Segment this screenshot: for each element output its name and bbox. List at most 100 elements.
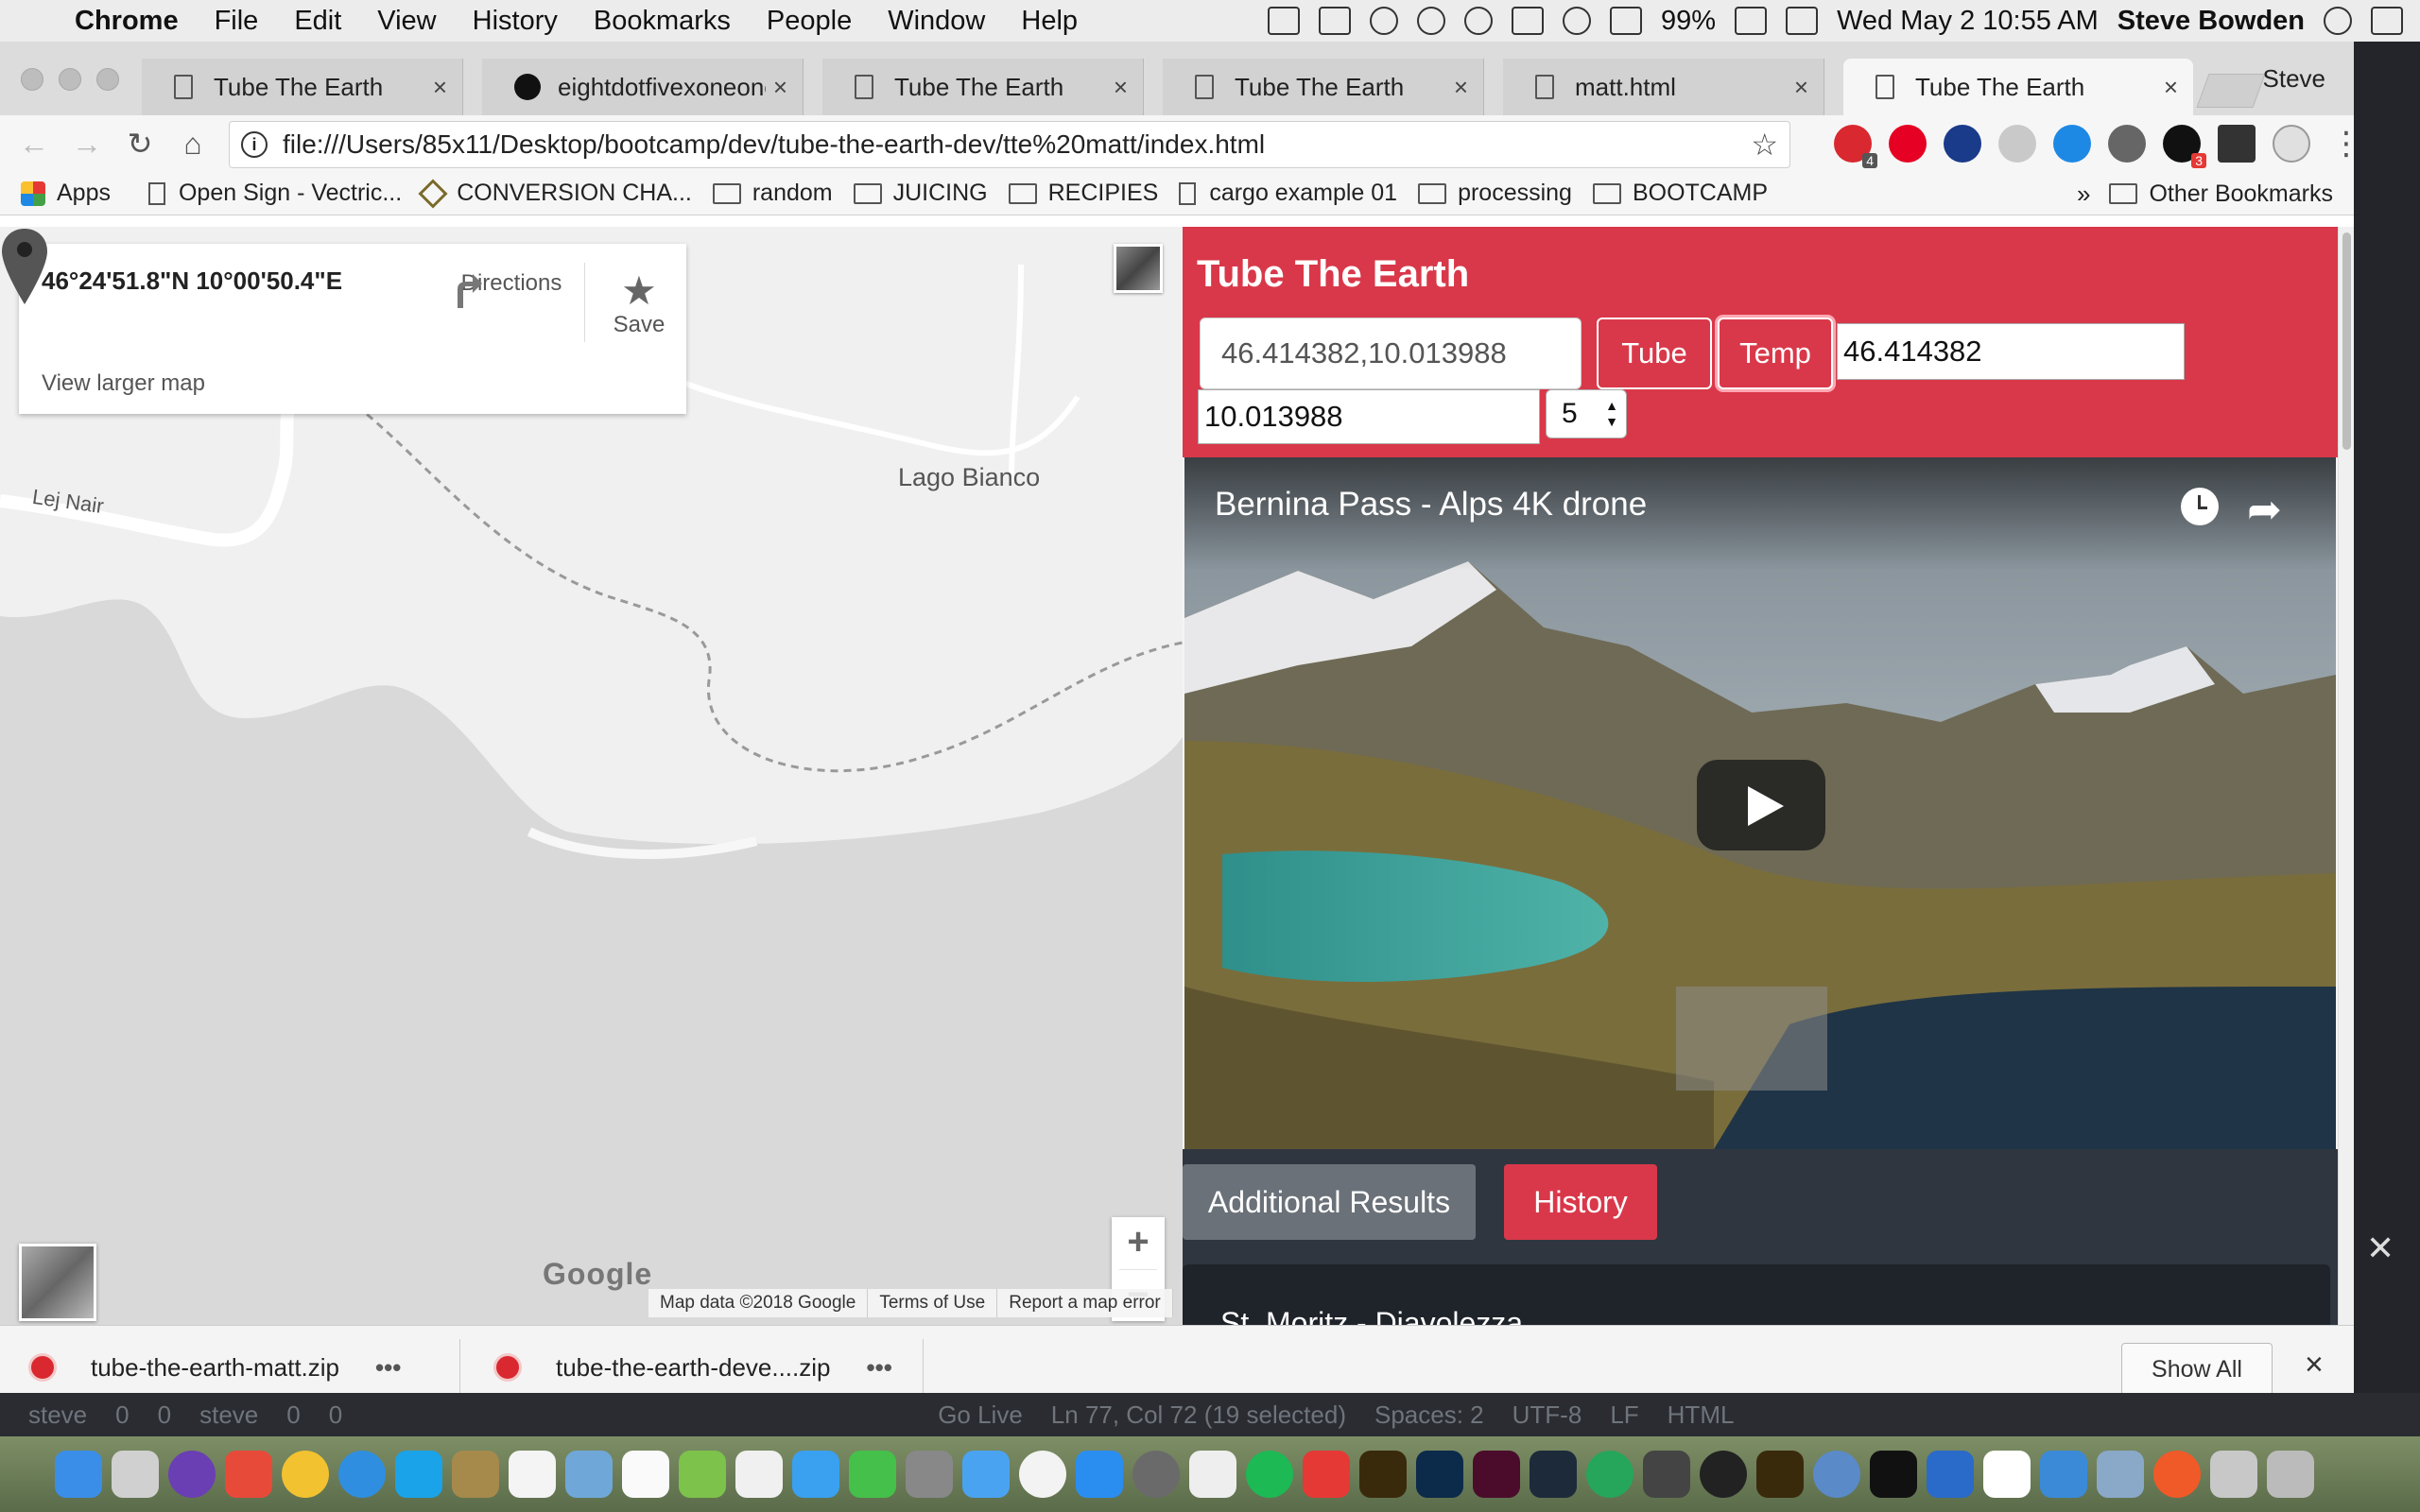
menu-view[interactable]: View: [359, 6, 454, 37]
safari-icon[interactable]: [338, 1451, 386, 1498]
tab-tube-the-earth-2[interactable]: Tube The Earth ×: [822, 59, 1144, 115]
keynote-icon[interactable]: [962, 1451, 1010, 1498]
show-all-downloads-button[interactable]: Show All: [2121, 1343, 2273, 1396]
app-icon[interactable]: [2097, 1451, 2144, 1498]
display-icon[interactable]: [1268, 7, 1301, 35]
status-eol[interactable]: LF: [1610, 1400, 1638, 1430]
download-options-icon[interactable]: •••: [375, 1353, 401, 1383]
terms-of-use-link[interactable]: Terms of Use: [868, 1289, 998, 1317]
photo-booth-icon[interactable]: [906, 1451, 953, 1498]
temp-button[interactable]: Temp: [1718, 318, 1833, 389]
bookmarks-overflow-chevron[interactable]: »: [2077, 180, 2090, 209]
lightroom-icon[interactable]: [1530, 1451, 1577, 1498]
volume-icon[interactable]: [1610, 7, 1643, 35]
extension-pinterest-icon[interactable]: [1889, 125, 1927, 163]
siri-dock-icon[interactable]: [168, 1451, 216, 1498]
tab-tube-the-earth-3[interactable]: Tube The Earth ×: [1163, 59, 1484, 115]
screen-sharing-icon[interactable]: [2040, 1451, 2087, 1498]
illustrator-icon[interactable]: [1359, 1451, 1407, 1498]
menu-help[interactable]: Help: [1003, 6, 1096, 37]
satellite-thumbnail[interactable]: [1114, 244, 1163, 293]
additional-results-button[interactable]: Additional Results: [1183, 1164, 1476, 1240]
status-branch-2[interactable]: steve: [199, 1400, 258, 1430]
extension-film-icon[interactable]: [2218, 125, 2256, 163]
status-branch[interactable]: steve: [28, 1400, 87, 1430]
bookmark-processing[interactable]: processing: [1418, 180, 1572, 207]
youtube-video-player[interactable]: Bernina Pass - Alps 4K drone ➦: [1184, 457, 2336, 1149]
download-filename[interactable]: tube-the-earth-deve....zip: [556, 1353, 831, 1383]
system-preferences-icon[interactable]: [1132, 1451, 1180, 1498]
address-url[interactable]: file:///Users/85x11/Desktop/bootcamp/dev…: [283, 129, 1751, 160]
app-icon[interactable]: [2153, 1451, 2201, 1498]
forward-arrow-icon[interactable]: →: [60, 127, 113, 162]
download-options-icon[interactable]: •••: [867, 1353, 892, 1383]
status-errors-2[interactable]: 0: [286, 1400, 300, 1430]
tab-close-icon[interactable]: ×: [1794, 73, 1808, 102]
extension-flag-icon[interactable]: [1944, 125, 1981, 163]
spotify-icon[interactable]: [1246, 1451, 1293, 1498]
menu-window[interactable]: Window: [870, 6, 1003, 37]
menu-edit[interactable]: Edit: [276, 6, 359, 37]
menu-file[interactable]: File: [197, 6, 277, 37]
preview-icon[interactable]: [565, 1451, 613, 1498]
google-map[interactable]: Lago Bianco Lej Nair 46°24'51.8"N 10°00'…: [0, 227, 1183, 1325]
latitude-input[interactable]: 46.414382: [1837, 323, 2185, 380]
directions-button[interactable]: Directions: [450, 270, 573, 308]
menu-history[interactable]: History: [455, 6, 576, 37]
spotlight-search-icon[interactable]: [2324, 7, 2352, 35]
bookmark-apps[interactable]: Apps: [21, 180, 111, 207]
lastpass-dock-icon[interactable]: [2210, 1451, 2257, 1498]
printer-icon[interactable]: [112, 1451, 159, 1498]
scrollbar-thumb[interactable]: [2342, 232, 2351, 450]
tab-tube-the-earth-1[interactable]: Tube The Earth ×: [142, 59, 463, 115]
app-icon[interactable]: [225, 1451, 272, 1498]
keyboard-icon[interactable]: [1786, 7, 1819, 35]
status-language[interactable]: HTML: [1668, 1400, 1735, 1430]
tab-close-icon[interactable]: ×: [433, 73, 447, 102]
extension-bank-icon[interactable]: [2053, 125, 2091, 163]
bookmark-random[interactable]: random: [712, 180, 833, 207]
skype-icon[interactable]: [395, 1451, 442, 1498]
page-scrollbar[interactable]: [2338, 227, 2354, 1325]
download-filename[interactable]: tube-the-earth-matt.zip: [91, 1353, 339, 1383]
report-map-error-link[interactable]: Report a map error: [997, 1289, 1173, 1317]
siri-icon[interactable]: [1370, 7, 1399, 35]
menubar-user[interactable]: Steve Bowden: [2118, 6, 2305, 37]
tab-matt-html[interactable]: matt.html ×: [1503, 59, 1824, 115]
itunes-icon[interactable]: [1019, 1451, 1066, 1498]
tab-close-icon[interactable]: ×: [1454, 73, 1468, 102]
history-button[interactable]: History: [1504, 1164, 1657, 1240]
extension-bulb-icon[interactable]: [2108, 125, 2146, 163]
acrobat-icon[interactable]: [1303, 1451, 1350, 1498]
info-icon[interactable]: i: [241, 131, 268, 158]
bookmark-open-sign[interactable]: Open Sign - Vectric...: [147, 180, 402, 207]
window-minimize-button[interactable]: [59, 68, 81, 91]
app-p-icon[interactable]: [1700, 1451, 1747, 1498]
app-store-icon[interactable]: [1076, 1451, 1123, 1498]
photos-icon[interactable]: [735, 1451, 783, 1498]
bookmark-conversion[interactable]: CONVERSION CHA...: [418, 178, 692, 209]
video-title[interactable]: Bernina Pass - Alps 4K drone: [1215, 486, 1647, 524]
app-icon[interactable]: [1813, 1451, 1860, 1498]
textedit-icon[interactable]: [1189, 1451, 1236, 1498]
notification-center-icon[interactable]: [2371, 7, 2403, 35]
tab-close-icon[interactable]: ×: [2164, 73, 2178, 102]
extension-lastpass-icon[interactable]: 4: [1834, 125, 1877, 168]
facetime-icon[interactable]: [849, 1451, 896, 1498]
map-pin-icon[interactable]: [0, 227, 49, 306]
tab-tube-the-earth-active[interactable]: Tube The Earth ×: [1843, 59, 2193, 115]
wifi-icon[interactable]: [1563, 7, 1592, 35]
zoom-in-button[interactable]: +: [1112, 1217, 1165, 1269]
sublime-icon[interactable]: [1643, 1451, 1690, 1498]
battery-icon[interactable]: [1735, 7, 1768, 35]
hangouts-icon[interactable]: [1586, 1451, 1634, 1498]
address-bar[interactable]: i file:///Users/85x11/Desktop/bootcamp/d…: [229, 121, 1790, 168]
trash-icon[interactable]: [2267, 1451, 2314, 1498]
menu-bookmarks[interactable]: Bookmarks: [576, 6, 749, 37]
status-cursor[interactable]: Ln 77, Col 72 (19 selected): [1051, 1400, 1346, 1430]
time-machine-icon[interactable]: [1417, 7, 1446, 35]
bluetooth-icon[interactable]: [1464, 7, 1494, 35]
contacts-icon[interactable]: [452, 1451, 499, 1498]
status-spaces[interactable]: Spaces: 2: [1374, 1400, 1484, 1430]
editor-close-icon[interactable]: ✕: [2366, 1228, 2394, 1268]
